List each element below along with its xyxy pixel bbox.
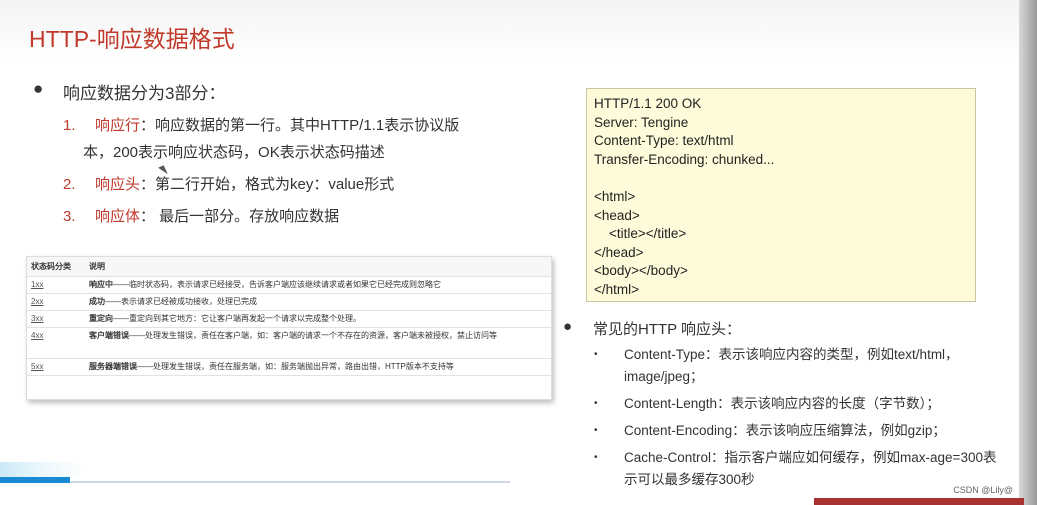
code-line: <head> bbox=[594, 207, 640, 223]
status-desc: 服务器端错误——处理发生错误，责任在服务端，如：服务端抛出异常，路由出错，HTT… bbox=[85, 358, 551, 376]
code-line: </html> bbox=[594, 281, 640, 297]
list-item: • Cache-Control：指示客户端应如何缓存，例如max-age=300… bbox=[594, 447, 1004, 491]
bottom-decoration bbox=[0, 462, 86, 477]
status-desc-text: ——重定向到其它地方：它让客户端再发起一个请求以完成整个处理。 bbox=[113, 314, 361, 323]
sub-bullet-icon: • bbox=[594, 452, 598, 463]
status-desc-text: ——表示请求已经被成功接收，处理已完成 bbox=[105, 297, 257, 306]
numbered-item: 3. 响应体： 最后一部分。存放响应数据 bbox=[63, 203, 503, 230]
code-line: </head> bbox=[594, 244, 644, 260]
code-line: Transfer-Encoding: chunked... bbox=[594, 151, 775, 167]
item-continuation: 本，200表示响应状态码，OK表示状态码描述 bbox=[83, 144, 385, 161]
table-row: 5xx 服务器端错误——处理发生错误，责任在服务端，如：服务端抛出异常，路由出错… bbox=[27, 358, 551, 376]
code-line: <title></title> bbox=[594, 226, 687, 242]
slide-title: HTTP-响应数据格式 bbox=[29, 26, 235, 52]
bullet-dot-icon: ● bbox=[563, 318, 573, 335]
item-key: 响应头 bbox=[95, 176, 141, 193]
bullet-dot-icon: ● bbox=[33, 79, 44, 98]
table-header-row: 状态码分类 说明 bbox=[27, 257, 551, 277]
code-line: Server: Tengine bbox=[594, 114, 689, 130]
numbered-item: 1. 响应行：响应数据的第一行。其中HTTP/1.1表示协议版 本，200表示响… bbox=[63, 112, 503, 166]
status-code-link[interactable]: 3xx bbox=[27, 310, 85, 328]
status-code-link[interactable]: 4xx bbox=[27, 327, 85, 359]
status-name: 成功 bbox=[89, 297, 105, 306]
table-row: 1xx 响应中——临时状态码，表示请求已经接受，告诉客户端应该继续请求或者如果它… bbox=[27, 276, 551, 294]
item-number: 2. bbox=[63, 176, 76, 193]
http-response-example: HTTP/1.1 200 OK Server: Tengine Content-… bbox=[586, 88, 976, 302]
status-code-table: 状态码分类 说明 1xx 响应中——临时状态码，表示请求已经接受，告诉客户端应该… bbox=[26, 256, 552, 400]
table-row: 2xx 成功——表示请求已经被成功接收，处理已完成 bbox=[27, 293, 551, 311]
list-item: • Content-Encoding：表示该响应压缩算法，例如gzip； bbox=[594, 420, 1004, 442]
code-line: <html> bbox=[594, 188, 636, 204]
main-bullet-text: 响应数据分为3部分： bbox=[63, 84, 226, 103]
status-desc: 重定向——重定向到其它地方：它让客户端再发起一个请求以完成整个处理。 bbox=[85, 310, 551, 328]
status-code-link[interactable]: 1xx bbox=[27, 276, 85, 294]
item-text: ：响应数据的第一行。其中HTTP/1.1表示协议版 bbox=[140, 117, 460, 134]
status-code-link[interactable]: 5xx bbox=[27, 358, 85, 376]
code-line: <body></body> bbox=[594, 263, 688, 279]
status-name: 客户端错误 bbox=[89, 331, 129, 340]
status-code-link[interactable]: 2xx bbox=[27, 293, 85, 311]
item-number: 3. bbox=[63, 208, 76, 225]
item-number: 1. bbox=[63, 117, 76, 134]
list-item-text: Content-Encoding：表示该响应压缩算法，例如gzip； bbox=[624, 423, 946, 438]
status-name: 重定向 bbox=[89, 314, 113, 323]
status-desc-text: ——处理发生错误，责任在服务端，如：服务端抛出异常，路由出错，HTTP版本不支持… bbox=[137, 362, 454, 371]
sub-bullet-icon: • bbox=[594, 425, 598, 436]
list-item: • Content-Length：表示该响应内容的长度（字节数）； bbox=[594, 393, 1004, 415]
item-text: ：第二行开始，格式为key：value形式 bbox=[140, 176, 395, 193]
bottom-accent-bar bbox=[814, 498, 1024, 505]
watermark: CSDN @Lily@ bbox=[953, 485, 1013, 495]
status-desc: 成功——表示请求已经被成功接收，处理已完成 bbox=[85, 293, 551, 311]
numbered-item: 2. 响应头：第二行开始，格式为key：value形式 bbox=[63, 171, 503, 198]
list-item-text: Content-Length：表示该响应内容的长度（字节数）； bbox=[624, 396, 940, 411]
bottom-divider bbox=[70, 481, 510, 483]
progress-bar bbox=[0, 477, 70, 483]
sub-bullet-icon: • bbox=[594, 349, 598, 360]
list-item-text: Cache-Control：指示客户端应如何缓存，例如max-age=300表示… bbox=[624, 450, 997, 487]
sub-bullet-icon: • bbox=[594, 398, 598, 409]
code-line: HTTP/1.1 200 OK bbox=[594, 96, 702, 111]
status-desc: 响应中——临时状态码，表示请求已经接受，告诉客户端应该继续请求或者如果它已经完成… bbox=[85, 276, 551, 294]
table-row: 4xx 客户端错误——处理发生错误，责任在客户端，如：客户端的请求一个不存在的资… bbox=[27, 327, 551, 359]
table-header-code: 状态码分类 bbox=[27, 257, 85, 277]
response-headers-list: • Content-Type：表示该响应内容的类型，例如text/html，im… bbox=[594, 344, 1004, 496]
headers-bullet-text: 常见的HTTP 响应头： bbox=[593, 321, 742, 338]
right-shade bbox=[1019, 0, 1037, 505]
item-key: 响应行 bbox=[95, 117, 141, 134]
code-line: Content-Type: text/html bbox=[594, 133, 734, 149]
item-text: ： 最后一部分。存放响应数据 bbox=[140, 208, 340, 225]
status-desc-text: ——处理发生错误，责任在客户端，如：客户端的请求一个不存在的资源，客户端未被授权… bbox=[129, 331, 497, 340]
numbered-list: 1. 响应行：响应数据的第一行。其中HTTP/1.1表示协议版 本，200表示响… bbox=[63, 112, 503, 235]
table-header-desc: 说明 bbox=[85, 257, 551, 277]
list-item-text: Content-Type：表示该响应内容的类型，例如text/html，imag… bbox=[624, 347, 959, 384]
table-row: 3xx 重定向——重定向到其它地方：它让客户端再发起一个请求以完成整个处理。 bbox=[27, 310, 551, 328]
list-item: • Content-Type：表示该响应内容的类型，例如text/html，im… bbox=[594, 344, 1004, 388]
item-key: 响应体 bbox=[95, 208, 141, 225]
status-name: 响应中 bbox=[89, 280, 113, 289]
slide: HTTP-响应数据格式 ● 响应数据分为3部分： 1. 响应行：响应数据的第一行… bbox=[0, 0, 1037, 505]
status-name: 服务器端错误 bbox=[89, 362, 137, 371]
status-desc: 客户端错误——处理发生错误，责任在客户端，如：客户端的请求一个不存在的资源，客户… bbox=[85, 327, 551, 359]
status-desc-text: ——临时状态码，表示请求已经接受，告诉客户端应该继续请求或者如果它已经完成则忽略… bbox=[113, 280, 441, 289]
